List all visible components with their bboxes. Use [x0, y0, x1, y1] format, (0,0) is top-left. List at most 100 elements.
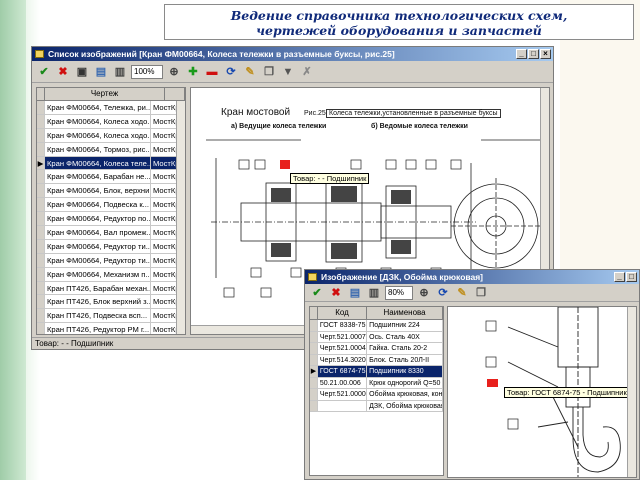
drawing-type-cell: МостКран [153, 309, 179, 323]
drawing-name-cell: Кран ФМ00664, Вал промеж... [47, 226, 151, 239]
part-name-cell: Подшипник 8330 [367, 366, 443, 377]
image-window[interactable]: Изображение [ДЗК, Обойма крюковая] _ □ ✔… [304, 269, 640, 480]
selected-part-marker[interactable] [280, 160, 290, 169]
table-row[interactable]: 50.21.00.006 Крюк однорогий Q=50 т [310, 377, 443, 389]
part-code-cell: Черт.521.0007 [319, 331, 368, 342]
drawing-type-cell: МостКран [153, 295, 179, 309]
table-row[interactable]: Кран ФМ00664, Колеса ходо...МостКран [37, 114, 185, 129]
table-row[interactable]: Черт.514.3020 Блок. Сталь 20Л-II [310, 354, 443, 366]
parts-grid-body: ГОСТ 8338-75 Подшипник 224 Черт.521.0007 Ос… [310, 320, 443, 412]
table-row[interactable]: Кран ФМ00664, Тормоз, рис...МостКран [37, 142, 185, 157]
copy-icon[interactable]: ❐ [473, 285, 489, 301]
drawing-type-cell: МостКран [153, 198, 179, 212]
copy-icon[interactable]: ❐ [261, 64, 277, 80]
image-zoom-select[interactable]: 80% [385, 285, 413, 300]
part-code-cell: ГОСТ 6874-75 [319, 366, 368, 377]
save-icon[interactable]: ▣ [74, 64, 90, 80]
refresh-icon[interactable]: ⟳ [223, 64, 239, 80]
parts-grid-header: Код Наименова [310, 307, 443, 320]
column-header-type[interactable] [165, 88, 185, 100]
hook-viewer-scrollbar[interactable] [627, 307, 636, 477]
minimize-button[interactable]: _ [516, 49, 527, 59]
row-indicator [37, 281, 45, 295]
image-window-titlebar[interactable]: Изображение [ДЗК, Обойма крюковая] _ □ [305, 270, 639, 284]
row-indicator [37, 212, 45, 226]
table-row[interactable]: Черт.521.0000 Обойма крюковая, кон [310, 389, 443, 401]
table-row[interactable]: Кран ФМ00664, Блок, верхни...МостКран [37, 184, 185, 199]
row-indicator [37, 323, 45, 334]
row-indicator: ▶ [310, 366, 318, 377]
image-list-titlebar[interactable]: Список изображений [Кран ФМ00664, Колеса… [32, 47, 553, 61]
toolbar-icon[interactable]: ▥ [112, 64, 128, 80]
window-icon [308, 273, 317, 281]
drawings-grid[interactable]: Чертеж Кран ФМ00664, Тележка, ри... МостК… [36, 87, 186, 335]
column-header-code[interactable]: Код [318, 307, 368, 319]
maximize-button[interactable]: □ [528, 49, 539, 59]
table-row[interactable]: Кран ФМ00664, Редуктор ти...МостКран [37, 239, 185, 254]
check-icon[interactable]: ✔ [36, 64, 52, 80]
cancel-icon[interactable]: ✖ [55, 64, 71, 80]
table-row[interactable]: ▶Кран ФМ00664, Колеса теле...МостКран [37, 156, 185, 171]
hide-icon[interactable]: ✗ [299, 64, 315, 80]
refresh-icon[interactable]: ⟳ [435, 285, 451, 301]
column-header-drawing[interactable]: Чертеж [45, 88, 165, 100]
table-row[interactable]: Кран ФМ00664, Барабан не...МостКран [37, 170, 185, 185]
image-icon[interactable]: ▤ [93, 64, 109, 80]
filter-icon[interactable]: ▼ [280, 64, 296, 80]
edit-icon[interactable]: ✎ [242, 64, 258, 80]
table-row[interactable]: Кран ФМ00664, Редуктор по...МостКран [37, 212, 185, 227]
grid-header-indicator [37, 88, 45, 100]
table-row[interactable]: ДЗК, Обойма крюковая [310, 400, 443, 412]
row-indicator [37, 142, 45, 156]
add-icon[interactable]: ✚ [185, 64, 201, 80]
cancel-icon[interactable]: ✖ [328, 285, 344, 301]
drawing-name-cell: Кран ПТ426, Подвеска всп... [45, 309, 151, 323]
table-row[interactable]: Кран ФМ00664, Подвеска к...МостКран [37, 198, 185, 213]
grid-vertical-scrollbar[interactable] [176, 101, 185, 334]
table-row[interactable]: Кран ФМ00664, Вал промеж...МостКран [37, 226, 185, 240]
part-name-cell: Подшипник 224 [367, 320, 443, 331]
table-row[interactable]: Черт.521.0004 Гайка. Сталь 20-2 [310, 343, 443, 355]
minimize-button[interactable]: _ [614, 272, 625, 282]
table-row[interactable]: Кран ПТ426, Подвеска всп...МостКран [37, 309, 185, 324]
check-icon[interactable]: ✔ [309, 285, 325, 301]
table-row[interactable]: Кран ПТ426, Редуктор РМ г...МостКран [37, 323, 185, 334]
part-name-cell: Ось. Сталь 40Х [367, 331, 443, 342]
table-row[interactable]: Кран ПТ426, Блок верхний з...МостКран [37, 295, 185, 310]
image-icon[interactable]: ▤ [347, 285, 363, 301]
parts-grid[interactable]: Код Наименова ГОСТ 8338-75 Подшипник 224 Ч… [309, 306, 444, 476]
zoom-select[interactable]: 100% [131, 64, 163, 79]
part-code-cell [318, 400, 368, 411]
remove-icon[interactable]: ▬ [204, 64, 220, 80]
drawing-type-cell: МостКран [153, 142, 179, 156]
zoom-icon[interactable]: ⊕ [166, 64, 182, 80]
table-row[interactable]: ▶ ГОСТ 6874-75 Подшипник 8330 [310, 366, 443, 378]
zoom-icon[interactable]: ⊕ [416, 285, 432, 301]
table-row[interactable]: Кран ФМ00664, Тележка, ри...МостКран [37, 101, 185, 115]
part-code-cell: Черт.521.0000 [319, 389, 368, 400]
drawing-type-cell: МостКран [153, 212, 179, 226]
slide-title-line2: чертежей оборудования и запчастей [256, 23, 542, 38]
close-button[interactable]: × [540, 49, 551, 59]
slide-left-accent [0, 0, 26, 480]
drawing-name-cell: Кран ФМ00664, Тормоз, рис... [47, 142, 151, 156]
drawing-name-cell: Кран ФМ00664, Колеса ходо... [47, 128, 151, 142]
edit-icon[interactable]: ✎ [454, 285, 470, 301]
table-row[interactable]: Кран ФМ00664, Колеса ходо...МостКран [37, 128, 185, 143]
drawing-name-cell: Кран ФМ00664, Колеса теле... [47, 156, 151, 170]
maximize-button[interactable]: □ [626, 272, 637, 282]
table-row[interactable]: Кран ФМ00664, Редуктор ти...МостКран [37, 253, 185, 268]
hook-drawing-viewer[interactable]: Товар: ГОСТ 6874-75 - Подшипник 8330 [447, 306, 637, 478]
table-row[interactable]: Черт.521.0007 Ось. Сталь 40Х [310, 331, 443, 343]
column-header-name[interactable]: Наименова [367, 307, 443, 319]
table-row[interactable]: ГОСТ 8338-75 Подшипник 224 [310, 320, 443, 332]
table-row[interactable]: Кран ПТ426, Барабан механ...МостКран [37, 281, 185, 296]
table-row[interactable]: Кран ФМ00664, Механизм п...МостКран [37, 267, 185, 282]
image-toolbar: ✔ ✖ ▤ ▥ 80% ⊕ ⟳ ✎ ❐ [305, 284, 639, 302]
row-indicator [310, 331, 318, 342]
drawing-type-cell: МостКран [153, 239, 179, 253]
hook-selected-marker[interactable] [487, 379, 498, 387]
row-indicator [310, 320, 318, 331]
row-indicator [310, 389, 318, 400]
toolbar-icon[interactable]: ▥ [366, 285, 382, 301]
